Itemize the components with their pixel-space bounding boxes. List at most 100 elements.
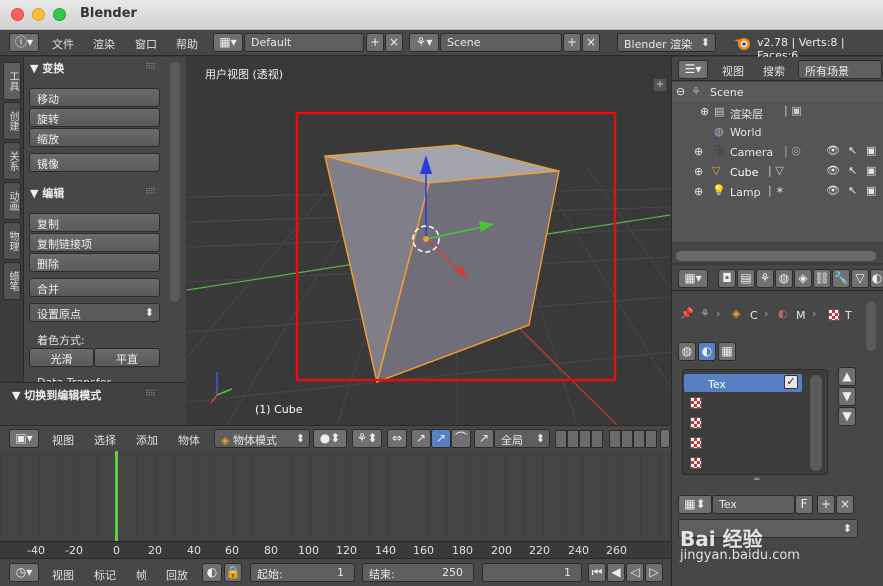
constraints-tab-icon[interactable]: ⛓ [813, 269, 831, 288]
rotate-button[interactable]: 旋转 [29, 108, 160, 127]
outliner-row-scene[interactable]: ⊖ ⚘ Scene [672, 82, 883, 102]
texture-slot-icon[interactable] [690, 417, 702, 429]
menu-view[interactable]: 视图 [52, 432, 74, 448]
drag-grip-icon[interactable]: ⠿⠿ [145, 187, 156, 196]
manipulator-toggle-icon[interactable]: ⇔ [387, 429, 407, 448]
visibility-eye-icon[interactable]: 👁 [826, 184, 840, 197]
manipulator-scale-icon[interactable]: ⌒ [451, 429, 471, 448]
world-texture-tab-icon[interactable]: ◍ [678, 342, 696, 361]
fake-user-button[interactable]: F [795, 495, 813, 514]
outliner-row-lamp[interactable]: ⊕ 💡 Lamp | ✶ 👁 ↖ ▣ [672, 182, 883, 202]
preview-range-icon[interactable]: ◐ [202, 563, 222, 582]
tab-tools[interactable]: 工具 [3, 62, 21, 100]
render-engine-select[interactable]: Blender 渲染 ⬍ [617, 33, 716, 52]
mirror-button[interactable]: 镜像 [29, 153, 160, 172]
tab-animation[interactable]: 动画 [3, 182, 21, 220]
jump-start-icon[interactable]: ⏮ [588, 563, 606, 582]
current-frame-line[interactable] [115, 451, 118, 543]
expand-icon[interactable]: ⊕ [694, 185, 703, 198]
pivot-point-button[interactable]: ⚘⬍ [352, 429, 382, 448]
render-layers-tab-icon[interactable]: ▤ [737, 269, 755, 288]
tab-grease-pencil[interactable]: 蜡笔 [3, 262, 21, 300]
tab-create[interactable]: 创建 [3, 102, 21, 140]
texture-name-field[interactable]: Tex [712, 495, 795, 514]
expand-icon[interactable]: ⊕ [694, 165, 703, 178]
lock-layers-icon[interactable] [660, 429, 670, 448]
new-texture-icon[interactable]: + [817, 495, 835, 514]
expand-icon[interactable]: ⊕ [694, 145, 703, 158]
outliner-editor-type-button[interactable]: ☰▾ [678, 60, 708, 79]
close-window-button[interactable] [11, 8, 24, 21]
render-camera-icon[interactable]: ▣ [866, 144, 876, 157]
render-tab-icon[interactable]: ◘ [718, 269, 736, 288]
duplicate-linked-button[interactable]: 复制链接项 [29, 233, 160, 252]
outliner-row-camera[interactable]: ⊕ 🎥 Camera | ◎ 👁 ↖ ▣ [672, 142, 883, 162]
set-origin-dropdown[interactable]: 设置原点 ⬍ [29, 303, 160, 322]
menu-select[interactable]: 选择 [94, 432, 116, 448]
scene-tab-icon[interactable]: ⚘ [756, 269, 774, 288]
timeline-editor-type-button[interactable]: ◷▾ [9, 563, 39, 582]
minimize-window-button[interactable] [32, 8, 45, 21]
menu-add[interactable]: 添加 [136, 432, 158, 448]
timeline-menu-view[interactable]: 视图 [52, 567, 74, 583]
layout-name-field[interactable]: Default [244, 33, 364, 52]
add-scene-icon[interactable]: + [563, 33, 581, 52]
texture-list-scrollbar[interactable] [810, 375, 822, 471]
interaction-mode-select[interactable]: ◈ 物体模式 ⬍ [214, 429, 310, 448]
menu-file[interactable]: 文件 [52, 36, 74, 52]
timeline-area[interactable] [0, 451, 670, 543]
maximize-window-button[interactable] [53, 8, 66, 21]
other-texture-tab-icon[interactable]: ▦ [718, 342, 736, 361]
drag-grip-icon[interactable]: ⠿⠿ [145, 62, 156, 71]
render-camera-icon[interactable]: ▣ [866, 184, 876, 197]
manipulator-translate-icon[interactable]: ↗ [411, 429, 431, 448]
lock-icon[interactable]: 🔒 [224, 563, 242, 582]
menu-render[interactable]: 渲染 [93, 36, 115, 52]
delete-scene-icon[interactable]: × [582, 33, 600, 52]
data-tab-icon[interactable]: ▽ [851, 269, 869, 288]
menu-window[interactable]: 窗口 [135, 36, 157, 52]
timeline-menu-frame[interactable]: 帧 [136, 567, 147, 583]
material-texture-tab-icon[interactable]: ◐ [698, 342, 716, 361]
render-camera-icon[interactable]: ▣ [866, 164, 876, 177]
outliner-filter-select[interactable]: 所有场景 [798, 60, 882, 79]
collapse-icon[interactable]: ⊖ [676, 85, 685, 98]
play-reverse-icon[interactable]: ◁ [626, 563, 644, 582]
texture-enabled-checkbox[interactable]: ✓ [784, 375, 798, 389]
texture-slot-icon[interactable] [690, 437, 702, 449]
modifiers-tab-icon[interactable]: 🔧 [832, 269, 850, 288]
transform-orientation-icon[interactable]: ↗ [474, 429, 494, 448]
edit-panel-header[interactable]: ▼ 编辑 [30, 185, 64, 201]
tool-shelf-scrollbar[interactable] [170, 62, 180, 302]
move-down-icon[interactable]: ▼ [838, 387, 856, 406]
move-button[interactable]: 移动 [29, 88, 160, 107]
menu-object[interactable]: 物体 [178, 432, 200, 448]
end-frame-field[interactable]: 结束: 250 [362, 563, 474, 582]
timeline-menu-marker[interactable]: 标记 [94, 567, 116, 583]
expand-plus-icon[interactable]: + [654, 79, 666, 91]
select-arrow-icon[interactable]: ↖ [848, 184, 857, 197]
join-button[interactable]: 合并 [29, 278, 160, 297]
editor-type-menu[interactable]: ⓘ▾ [9, 33, 39, 52]
add-layout-icon[interactable]: + [366, 33, 384, 52]
transform-orientation-select[interactable]: 全局 ⬍ [494, 429, 550, 448]
prev-keyframe-icon[interactable]: ◀ [607, 563, 625, 582]
duplicate-button[interactable]: 复制 [29, 213, 160, 232]
start-frame-field[interactable]: 起始: 1 [250, 563, 355, 582]
object-tab-icon[interactable]: ◈ [794, 269, 812, 288]
resize-grip-icon[interactable]: ═ [754, 475, 759, 485]
visibility-eye-icon[interactable]: 👁 [826, 144, 840, 157]
scale-button[interactable]: 缩放 [29, 128, 160, 147]
move-up-icon[interactable]: ▲ [838, 367, 856, 386]
expand-icon[interactable]: ⊕ [700, 105, 709, 118]
transform-panel-header[interactable]: ▼ 变换 [30, 60, 64, 76]
menu-help[interactable]: 帮助 [176, 36, 198, 52]
manipulator-rotate-icon[interactable]: ↗ [431, 429, 451, 448]
outliner-hscrollbar[interactable] [676, 251, 876, 261]
layer-buttons-group[interactable] [555, 430, 603, 448]
unlink-texture-icon[interactable]: × [836, 495, 854, 514]
texture-slot-icon[interactable] [690, 457, 702, 469]
drag-grip-icon[interactable]: ⠿⠿ [145, 389, 156, 398]
3d-viewport[interactable]: 用户视图 (透视) (1) Cube + [187, 57, 670, 425]
properties-scrollbar[interactable] [866, 301, 876, 351]
